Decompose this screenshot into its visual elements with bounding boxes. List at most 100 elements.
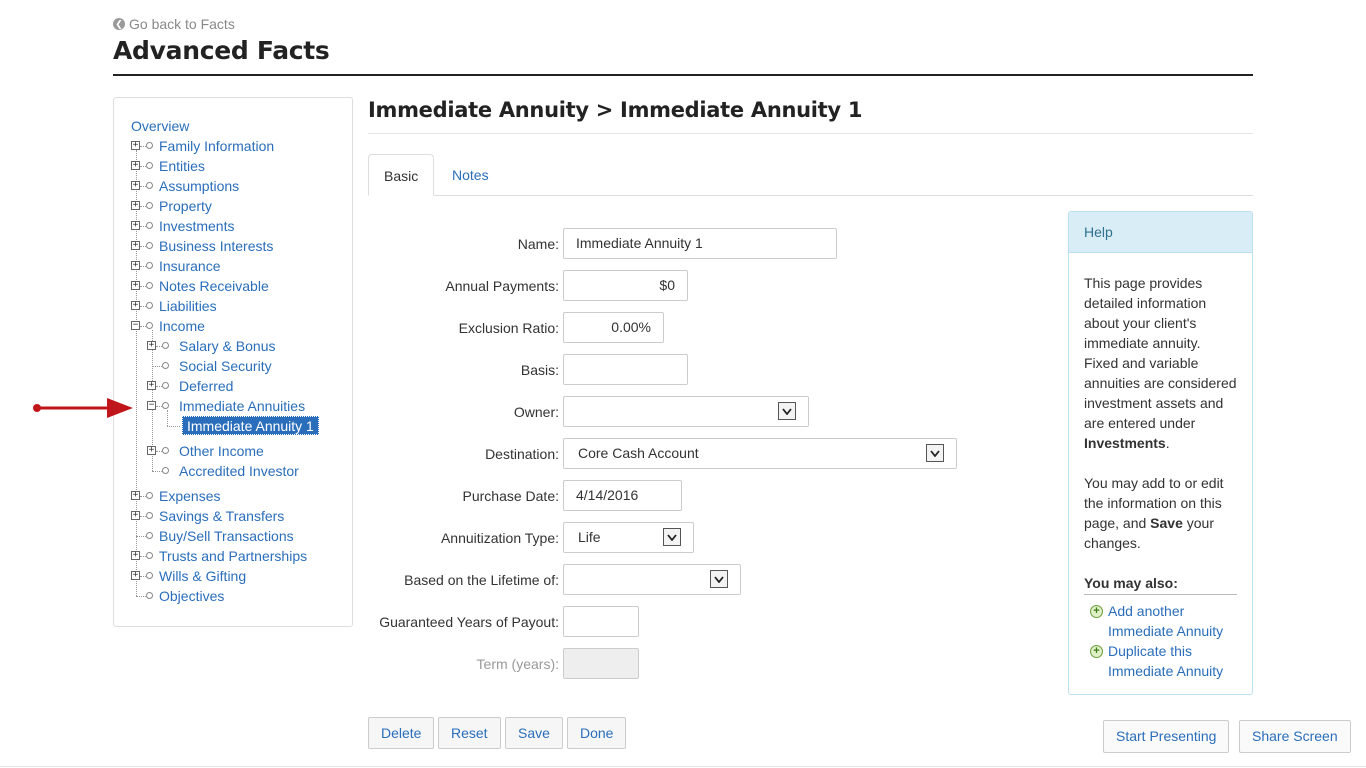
exclusion-ratio-label: Exclusion Ratio: [458,320,559,336]
sidebar-item-salary-bonus[interactable]: Salary & Bonus [179,336,276,356]
help-paragraph-2: You may add to or edit the information o… [1084,473,1237,553]
tree-node-icon [146,182,153,189]
expand-icon[interactable]: + [131,301,140,310]
sidebar-item-notes-receivable[interactable]: Notes Receivable [159,276,269,296]
expand-icon[interactable]: + [131,161,140,170]
guaranteed-years-field[interactable] [563,606,639,637]
sidebar-item-expenses[interactable]: Expenses [159,486,220,506]
sidebar-item-social-security[interactable]: Social Security [179,356,272,376]
tree-node-icon [146,302,153,309]
sidebar-item-business-interests[interactable]: Business Interests [159,236,273,256]
save-button[interactable]: Save [505,717,563,749]
tree-node-icon [146,572,153,579]
owner-select[interactable] [563,396,809,427]
sidebar-item-entities[interactable]: Entities [159,156,205,176]
help-text-bold: Save [1150,515,1183,531]
chevron-down-icon[interactable] [926,444,944,462]
back-to-facts-link[interactable]: ❮ Go back to Facts [113,16,235,32]
collapse-icon[interactable]: − [147,401,156,410]
expand-icon[interactable]: + [131,241,140,250]
help-text-bold: Investments [1084,435,1166,451]
collapse-icon[interactable]: − [131,321,140,330]
basis-field[interactable] [563,354,688,385]
reset-button[interactable]: Reset [438,717,501,749]
tab-notes[interactable]: Notes [437,154,504,196]
plus-circle-icon: + [1090,645,1103,658]
heading-divider [368,133,1253,134]
sidebar-item-investments[interactable]: Investments [159,216,234,236]
duplicate-annuity-link[interactable]: + Duplicate this Immediate Annuity [1084,641,1237,681]
tree-node-icon [162,342,169,349]
tree-guide-line [136,150,137,596]
sidebar-item-savings-transfers[interactable]: Savings & Transfers [159,506,284,526]
expand-icon[interactable]: + [147,381,156,390]
tree-connector [152,471,162,472]
sidebar-item-trusts-partnerships[interactable]: Trusts and Partnerships [159,546,307,566]
annual-payments-field[interactable]: $0 [563,270,688,301]
expand-icon[interactable]: + [131,281,140,290]
tree-node-icon [146,242,153,249]
add-another-annuity-link[interactable]: + Add another Immediate Annuity [1084,601,1237,641]
tree-connector [167,426,180,427]
sidebar-item-family-information[interactable]: Family Information [159,136,274,156]
sidebar-item-income[interactable]: Income [159,316,205,336]
expand-icon[interactable]: + [147,341,156,350]
destination-select[interactable]: Core Cash Account [563,438,957,469]
expand-icon[interactable]: + [131,141,140,150]
sidebar-item-property[interactable]: Property [159,196,212,216]
sidebar-item-deferred[interactable]: Deferred [179,376,233,396]
sidebar-item-objectives[interactable]: Objectives [159,586,224,606]
purchase-date-field[interactable]: 4/14/2016 [563,480,682,511]
expand-icon[interactable]: + [131,571,140,580]
tree-node-icon [162,467,169,474]
lifetime-of-select[interactable] [563,564,741,595]
sidebar-item-assumptions[interactable]: Assumptions [159,176,239,196]
tree-connector [136,536,146,537]
help-link-label: Duplicate this Immediate Annuity [1108,643,1224,679]
done-button[interactable]: Done [567,717,627,749]
destination-value: Core Cash Account [578,445,699,461]
sidebar-item-immediate-annuities[interactable]: Immediate Annuities [179,396,305,416]
exclusion-ratio-field[interactable]: 0.00% [563,312,664,343]
chevron-down-icon[interactable] [710,570,728,588]
expand-icon[interactable]: + [131,181,140,190]
chevron-down-icon[interactable] [778,402,796,420]
name-field[interactable]: Immediate Annuity 1 [563,228,837,259]
help-text: . [1165,435,1170,451]
annuitization-type-label: Annuitization Type: [440,530,559,546]
expand-icon[interactable]: + [131,511,140,520]
footer-divider [0,766,1366,767]
sidebar-item-liabilities[interactable]: Liabilities [159,296,217,316]
sidebar-item-buy-sell-transactions[interactable]: Buy/Sell Transactions [159,526,294,546]
expand-icon[interactable]: + [131,551,140,560]
help-link-label: Add another Immediate Annuity [1108,603,1224,639]
tab-basic[interactable]: Basic [368,154,435,196]
sidebar-item-wills-gifting[interactable]: Wills & Gifting [159,566,246,586]
chevron-down-icon[interactable] [663,528,681,546]
plus-circle-icon: + [1090,605,1103,618]
start-presenting-button[interactable]: Start Presenting [1103,720,1230,753]
sidebar-item-immediate-annuity-1[interactable]: Immediate Annuity 1 [182,416,319,435]
expand-icon[interactable]: + [147,446,156,455]
delete-button[interactable]: Delete [368,717,435,749]
sidebar-item-overview[interactable]: Overview [131,116,189,136]
help-also-heading: You may also: [1084,573,1237,595]
expand-icon[interactable]: + [131,201,140,210]
expand-icon[interactable]: + [131,261,140,270]
expand-icon[interactable]: + [131,221,140,230]
sidebar-item-insurance[interactable]: Insurance [159,256,220,276]
content-heading: Immediate Annuity > Immediate Annuity 1 [368,98,863,122]
sidebar-item-accredited-investor[interactable]: Accredited Investor [179,461,299,481]
help-panel: Help This page provides detailed informa… [1068,211,1253,695]
tree-node-icon [146,552,153,559]
term-years-label: Term (years): [476,656,559,672]
tree-node-icon [146,222,153,229]
owner-label: Owner: [513,404,559,420]
annuitization-type-select[interactable]: Life [563,522,694,553]
sidebar-item-other-income[interactable]: Other Income [179,441,264,461]
tree-node-icon [146,282,153,289]
purchase-date-label: Purchase Date: [462,488,560,504]
guaranteed-years-label: Guaranteed Years of Payout: [379,614,559,630]
expand-icon[interactable]: + [131,491,140,500]
share-screen-button[interactable]: Share Screen [1239,720,1351,753]
